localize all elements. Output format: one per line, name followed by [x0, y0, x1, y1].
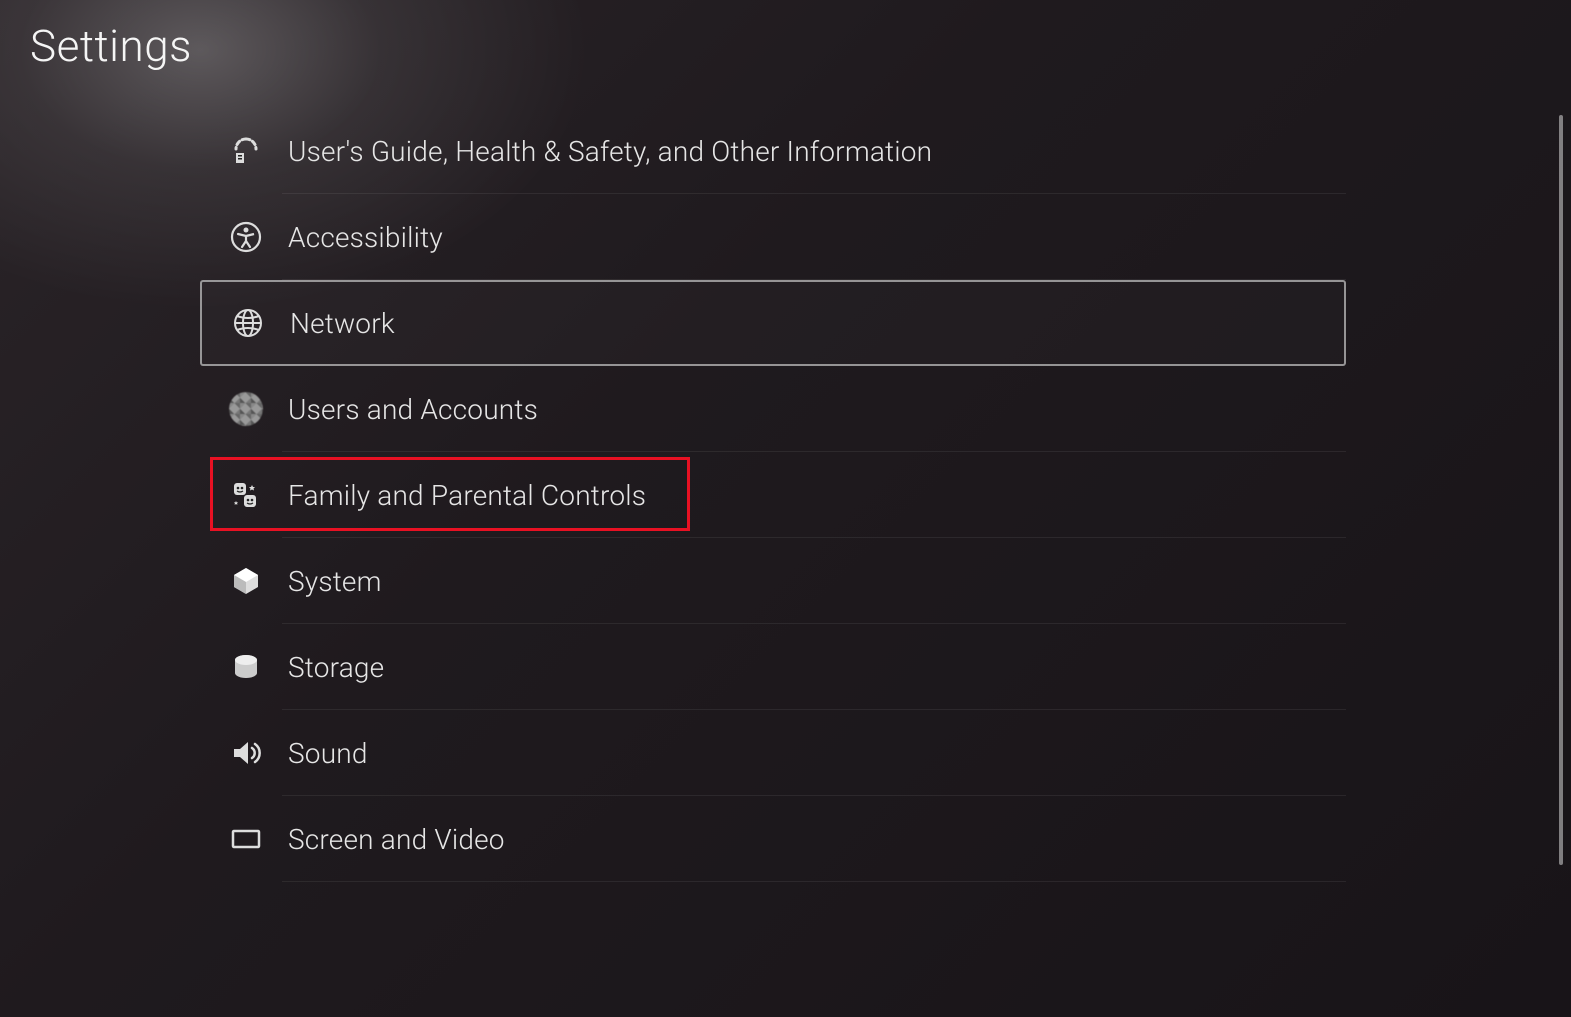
storage-icon — [228, 649, 264, 685]
menu-item-accessibility[interactable]: Accessibility — [200, 194, 1346, 280]
menu-item-system[interactable]: System — [200, 538, 1346, 624]
menu-item-label: Sound — [288, 737, 368, 770]
menu-item-sound[interactable]: Sound — [200, 710, 1346, 796]
menu-item-label: Storage — [288, 651, 384, 684]
menu-item-label: User's Guide, Health & Safety, and Other… — [288, 135, 932, 168]
screen-icon — [228, 821, 264, 857]
cube-icon — [228, 563, 264, 599]
menu-item-guide[interactable]: User's Guide, Health & Safety, and Other… — [200, 108, 1346, 194]
menu-item-label: System — [288, 565, 382, 598]
speaker-icon — [228, 735, 264, 771]
menu-item-label: Family and Parental Controls — [288, 479, 646, 512]
menu-item-label: Network — [290, 307, 395, 340]
scrollbar[interactable] — [1559, 115, 1563, 865]
menu-item-storage[interactable]: Storage — [200, 624, 1346, 710]
accessibility-icon — [228, 219, 264, 255]
menu-item-family[interactable]: Family and Parental Controls — [200, 452, 1346, 538]
guide-icon — [228, 133, 264, 169]
avatar-icon — [228, 391, 264, 427]
menu-item-label: Users and Accounts — [288, 393, 538, 426]
menu-item-users[interactable]: Users and Accounts — [200, 366, 1346, 452]
family-icon — [228, 477, 264, 513]
page-title: Settings — [30, 20, 192, 72]
menu-item-network[interactable]: Network — [200, 280, 1346, 366]
settings-list: User's Guide, Health & Safety, and Other… — [200, 108, 1346, 882]
menu-item-screen[interactable]: Screen and Video — [200, 796, 1346, 882]
menu-item-label: Screen and Video — [288, 823, 505, 856]
globe-icon — [230, 305, 266, 341]
menu-item-label: Accessibility — [288, 221, 443, 254]
